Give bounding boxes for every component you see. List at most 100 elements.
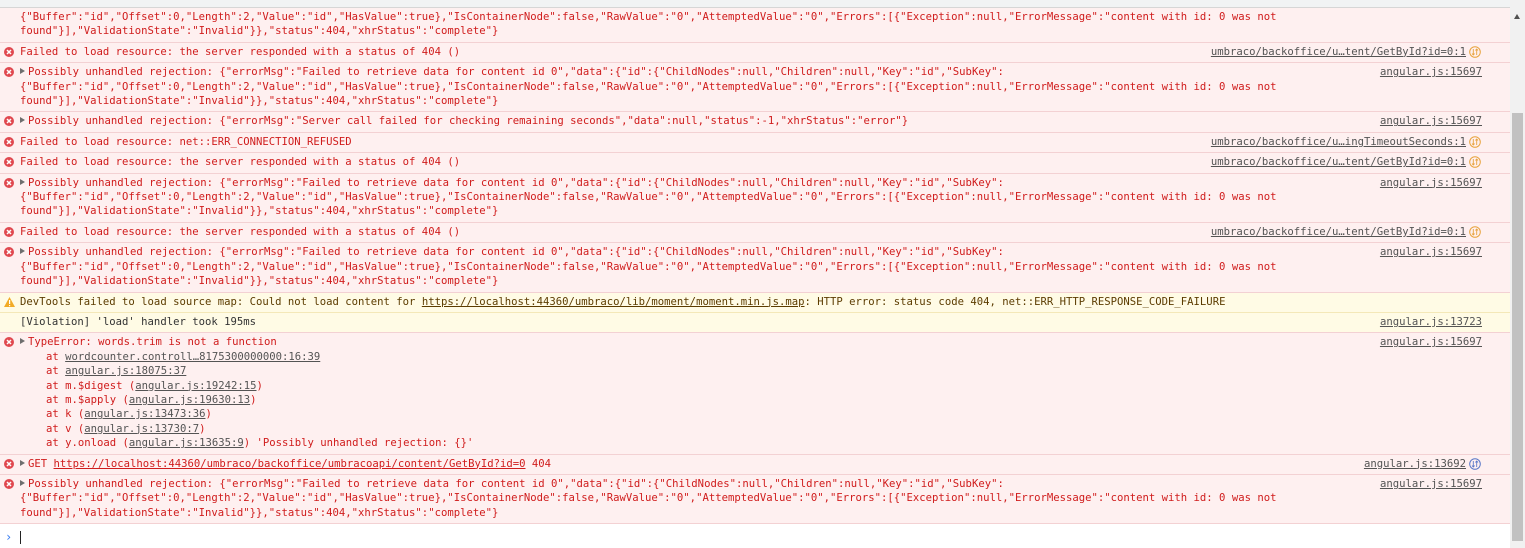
stack-frame-prefix: at v ( [46, 422, 85, 435]
stack-frame-prefix: at k ( [46, 408, 85, 421]
message-line: {"Buffer":"id","Offset":0,"Length":2,"Va… [20, 260, 1277, 273]
message-line: found"}],"ValidationState":"Invalid"}},"… [20, 275, 499, 288]
stack-frame-link[interactable]: angular.js:13473:36 [84, 408, 205, 420]
message-text: Possibly unhandled rejection: {"errorMsg… [20, 66, 1276, 107]
stack-frame: at m.$digest (angular.js:19242:15) [46, 379, 1310, 393]
network-request-icon[interactable] [1469, 226, 1481, 238]
error-icon [4, 157, 14, 168]
prompt-input-caret[interactable] [20, 531, 21, 544]
source-link[interactable]: umbraco/backoffice/u…ingTimeoutSeconds:1 [1211, 135, 1466, 149]
source-link[interactable]: angular.js:15697 [1380, 477, 1482, 491]
stack-frame: at y.onload (angular.js:13635:9) 'Possib… [46, 436, 1310, 450]
stack-frame: at v (angular.js:13730:7) [46, 422, 1310, 436]
console-message: Possibly unhandled rejection: {"errorMsg… [0, 173, 1510, 223]
stack-frame-link[interactable]: angular.js:13635:9 [129, 437, 244, 449]
console-message: [Violation] 'load' handler took 195ms ang… [0, 312, 1510, 334]
source-link[interactable]: angular.js:15697 [1380, 176, 1482, 190]
stack-frame: at wordcounter.controll…8175300000000:16… [46, 350, 1310, 364]
source-link[interactable]: umbraco/backoffice/u…tent/GetById?id=0:1 [1211, 155, 1466, 169]
message-text: Possibly unhandled rejection: {"errorMsg… [20, 246, 1276, 287]
message-line: Failed to load resource: the server resp… [20, 45, 461, 58]
message-text: Possibly unhandled rejection: {"errorMsg… [20, 115, 908, 127]
scroll-up-arrow-icon[interactable] [1514, 14, 1520, 19]
expand-triangle-icon[interactable] [20, 68, 25, 75]
stack-frame-link[interactable]: wordcounter.controll…8175300000000:16:39 [65, 351, 320, 363]
console-message: TypeError: words.trim is not a function a… [0, 333, 1510, 455]
network-request-icon[interactable] [1469, 46, 1481, 58]
stack-frame: at m.$apply (angular.js:19630:13) [46, 393, 1310, 407]
stack-frame: at angular.js:18075:37 [46, 364, 1310, 378]
message-line: found"}],"ValidationState":"Invalid"}},"… [20, 506, 499, 519]
stack-frame-suffix: ) [256, 379, 263, 392]
source-link[interactable]: angular.js:15697 [1380, 114, 1482, 128]
error-icon [4, 177, 14, 188]
message-line: Possibly unhandled rejection: {"errorMsg… [28, 115, 909, 128]
message-prefix: DevTools failed to load source map: Coul… [20, 295, 422, 308]
message-line: {"Buffer":"id","Offset":0,"Length":2,"Va… [20, 80, 1277, 93]
message-line: Failed to load resource: the server resp… [20, 225, 461, 238]
stack-frame-link[interactable]: angular.js:19630:13 [129, 394, 250, 406]
console-message: Failed to load resource: net::ERR_CONNEC… [0, 132, 1510, 154]
source-link[interactable]: angular.js:15697 [1380, 335, 1482, 349]
error-icon [4, 337, 14, 348]
network-request-icon[interactable] [1469, 156, 1481, 169]
message-text: [Violation] 'load' handler took 195ms [20, 316, 256, 328]
source-link[interactable]: angular.js:15697 [1380, 245, 1482, 259]
stack-frame-prefix: at m.$digest ( [46, 379, 136, 392]
scrollbar-thumb[interactable] [1512, 113, 1523, 541]
console-scrollbar[interactable] [1510, 0, 1525, 548]
console-message: Possibly unhandled rejection: {"errorMsg… [0, 243, 1510, 293]
stack-frame-suffix: ) [199, 422, 206, 435]
message-line: TypeError: words.trim is not a function [28, 336, 277, 349]
stack-frame-suffix: ) [205, 408, 212, 421]
error-icon [4, 478, 14, 489]
network-request-icon[interactable] [1469, 457, 1481, 470]
console-message: Possibly unhandled rejection: {"errorMsg… [0, 474, 1510, 525]
expand-triangle-icon[interactable] [20, 248, 25, 255]
expand-triangle-icon[interactable] [20, 338, 25, 345]
source-link[interactable]: angular.js:13692 [1364, 457, 1466, 471]
message-line: found"}],"ValidationState":"Invalid"}},"… [20, 25, 499, 38]
message-line: Possibly unhandled rejection: {"errorMsg… [28, 246, 1004, 259]
stack-frame-prefix: at [46, 365, 66, 378]
stack-frame-prefix: at [46, 350, 66, 363]
stack-frame-suffix: ) [250, 393, 257, 406]
console-message: DevTools failed to load source map: Coul… [0, 292, 1510, 313]
error-icon [4, 67, 14, 78]
expand-triangle-icon[interactable] [20, 178, 25, 185]
stack-frame-link[interactable]: angular.js:13730:7 [84, 423, 199, 435]
message-text: Possibly unhandled rejection: {"errorMsg… [20, 176, 1276, 217]
message-line: Possibly unhandled rejection: {"errorMsg… [28, 176, 1004, 189]
console-message: Possibly unhandled rejection: {"errorMsg… [0, 112, 1510, 133]
console-message: GET https://localhost:44360/umbraco/back… [0, 454, 1510, 475]
message-url-link[interactable]: https://localhost:44360/umbraco/backoffi… [54, 458, 526, 470]
error-icon [4, 247, 14, 258]
console-toolbar-edge [0, 0, 1510, 8]
source-link[interactable]: umbraco/backoffice/u…tent/GetById?id=0:1 [1211, 225, 1466, 239]
expand-triangle-icon[interactable] [20, 117, 25, 124]
network-request-icon[interactable] [1469, 136, 1481, 148]
console-messages: {"Buffer":"id","Offset":0,"Length":2,"Va… [0, 8, 1510, 525]
console-prompt[interactable]: › [0, 528, 1510, 548]
prompt-chevron-icon: › [5, 530, 13, 544]
expand-triangle-icon[interactable] [20, 479, 25, 486]
message-url-link[interactable]: https://localhost:44360/umbraco/lib/mome… [422, 296, 805, 308]
stack-frame-link[interactable]: angular.js:19242:15 [135, 380, 256, 392]
message-text: Failed to load resource: the server resp… [20, 156, 460, 168]
source-link[interactable]: angular.js:13723 [1380, 315, 1482, 329]
warning-icon [4, 296, 15, 307]
console-message: Failed to load resource: the server resp… [0, 222, 1510, 244]
message-text: Possibly unhandled rejection: {"errorMsg… [20, 478, 1276, 519]
source-link[interactable]: umbraco/backoffice/u…tent/GetById?id=0:1 [1211, 45, 1466, 59]
message-suffix: 404 [525, 457, 552, 470]
message-text: Failed to load resource: the server resp… [20, 46, 460, 58]
console-message: {"Buffer":"id","Offset":0,"Length":2,"Va… [0, 8, 1510, 43]
error-icon [4, 46, 14, 57]
message-line: [Violation] 'load' handler took 195ms [20, 315, 256, 328]
expand-triangle-icon[interactable] [20, 459, 25, 466]
message-line: found"}],"ValidationState":"Invalid"}},"… [20, 95, 499, 108]
stack-frame-suffix: ) 'Possibly unhandled rejection: {}' [243, 437, 474, 450]
source-link[interactable]: angular.js:15697 [1380, 65, 1482, 79]
message-text: Failed to load resource: net::ERR_CONNEC… [20, 136, 352, 148]
stack-frame-link[interactable]: angular.js:18075:37 [65, 365, 186, 377]
